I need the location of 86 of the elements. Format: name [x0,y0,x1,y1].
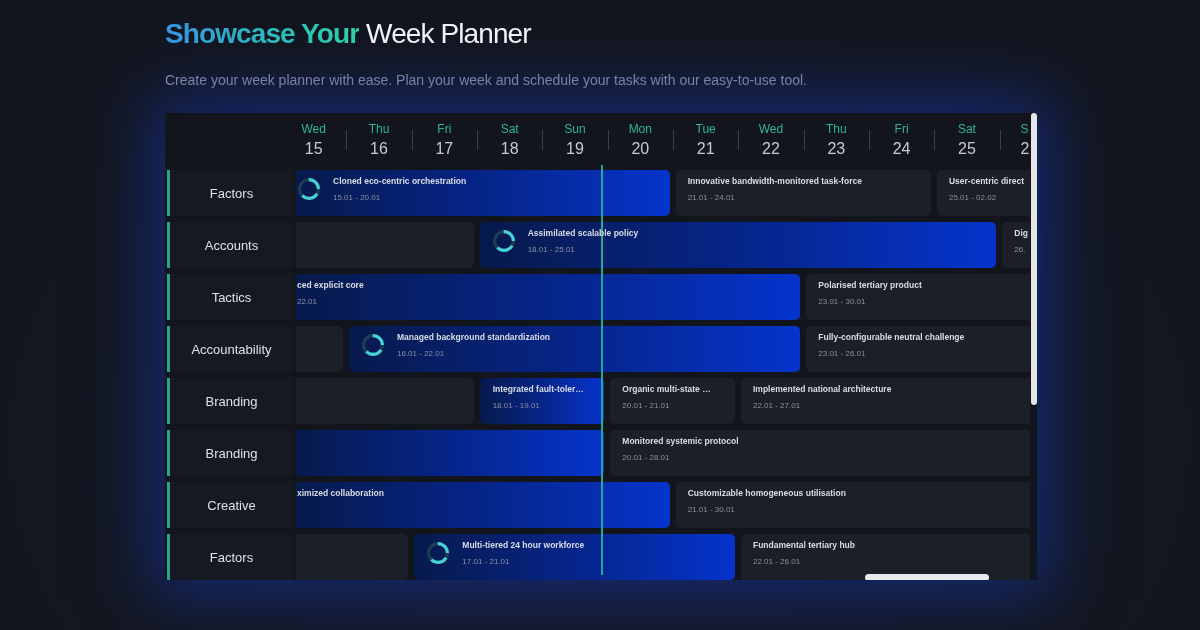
task-card[interactable]: ced explicit core 22.01 [296,274,801,320]
task-card[interactable]: User-centric direct 25.01 - 02.02 [936,170,1030,216]
day-number: 23 [827,139,846,159]
task-dates: 20.01 - 28.01 [622,452,671,463]
day-number: 18 [500,139,519,159]
day-number: 20 [631,139,650,159]
horizontal-scrollbar-thumb[interactable] [865,574,989,580]
task-dates: 22.01 - 26.01 [752,556,802,567]
task-dates: 22.01 - 27.01 [752,400,802,411]
row-label: Branding [167,430,293,476]
weekday-label: Wed [758,121,784,137]
task-title: Fully-configurable neutral challenge [818,332,965,343]
task-card[interactable]: Dig 26. [1002,222,1030,268]
task-card[interactable]: Integrated fault-toler… 18.01 - 19.01 [479,378,605,424]
task-title: Customizable homogeneous utilisation [687,488,846,499]
task-title: Polarised tertiary product [818,280,922,291]
day-number: 21 [696,139,715,159]
task-dates: 25.01 - 02.02 [948,192,998,203]
row-label: Factors [167,534,293,580]
task-dates: 20.01 - 21.01 [622,400,671,411]
task-card[interactable] [296,430,605,476]
page-title: Showcase Your Week Planner [165,17,531,51]
task-card[interactable]: Fully-configurable neutral challenge 23.01 - 26.01 [806,326,1030,372]
task-title: Dig [1014,228,1028,239]
row-label: Creative [167,482,293,528]
day-number: 22 [762,139,780,159]
task-dates: 15.01 - 20.01 [333,192,382,203]
weekday-label: Fri [437,121,452,137]
task-dates: 18.01 - 25.01 [527,244,576,255]
task-card[interactable] [296,534,409,580]
task-card[interactable]: Multi-tiered 24 hour workforce 17.01 - 21.01 [414,534,735,580]
weekday-label: Thu [368,121,390,137]
weekday-label: S [1020,121,1029,137]
task-title: Managed background standardization [397,332,551,343]
task-card[interactable]: Fundamental tertiary hub 22.01 - 26.01 [740,534,1030,580]
task-card[interactable]: Polarised tertiary product 23.01 - 30.01 [806,274,1030,320]
day-number: 16 [370,139,388,159]
page-subtitle: Create your week planner with ease. Plan your week and schedule your tasks with our easy-to-use tool. [165,71,808,90]
row-label: Branding [167,378,293,424]
task-dates: 26. [1014,244,1027,255]
task-card[interactable]: Innovative bandwidth-monitored task-force 21.01 - 24.01 [675,170,931,216]
task-title: Organic multi-state … [622,384,711,395]
task-title: Monitored systemic protocol [622,436,739,447]
task-dates: 16.01 - 22.01 [397,348,446,359]
task-card[interactable]: Implemented national architecture 22.01 - 27.01 [740,378,1030,424]
task-dates: 23.01 - 30.01 [818,296,867,307]
day-number: 2 [1020,139,1030,159]
task-dates: 23.01 - 26.01 [818,348,867,359]
task-title: Cloned eco-centric orchestration [333,176,467,187]
weekday-label: Fri [894,121,909,137]
row-label: Accounts [167,222,293,268]
task-card[interactable]: Managed background standardization 16.01 - 22.01 [349,326,801,372]
task-dates: 17.01 - 21.01 [462,556,511,567]
weekday-label: Sun [564,121,586,137]
weekday-label: Tue [695,121,716,137]
task-card[interactable]: Organic multi-state … 20.01 - 21.01 [610,378,735,424]
day-number: 25 [958,139,976,159]
day-number: 17 [435,139,454,159]
task-card[interactable]: ximized collaboration [296,482,670,528]
row-label: Factors [167,170,293,216]
weekday-label: Mon [628,121,652,137]
task-card[interactable]: Cloned eco-centric orchestration 15.01 - 20.01 [296,170,670,216]
task-dates: 18.01 - 19.01 [492,400,541,411]
task-title: Innovative bandwidth-monitored task-force [687,176,862,187]
row-label: Tactics [167,274,293,320]
task-title: Multi-tiered 24 hour workforce [462,540,585,551]
weekday-label: Thu [825,121,847,137]
task-dates: 21.01 - 24.01 [687,192,736,203]
task-card[interactable]: Customizable homogeneous utilisation 21.01 - 30.01 [675,482,1030,528]
weekday-label: Wed [301,121,326,137]
task-title: Fundamental tertiary hub [752,540,855,551]
day-number: 15 [304,139,323,159]
day-number: 19 [566,139,584,159]
task-title: Implemented national architecture [752,384,892,395]
row-label: Accountability [167,326,293,372]
day-number: 24 [892,139,911,159]
weekday-label: Sat [957,121,976,137]
weekday-label: Sat [500,121,519,137]
task-title: ced explicit core [297,280,364,291]
task-title: User-centric direct [948,176,1025,187]
task-card[interactable]: Monitored systemic protocol 20.01 - 28.01 [610,430,1030,476]
task-dates: 22.01 [297,296,319,307]
task-title: Integrated fault-toler… [492,384,584,395]
task-dates: 21.01 - 30.01 [687,504,736,515]
task-title: ximized collaboration [297,488,384,499]
vertical-scrollbar-thumb[interactable] [1031,113,1037,405]
